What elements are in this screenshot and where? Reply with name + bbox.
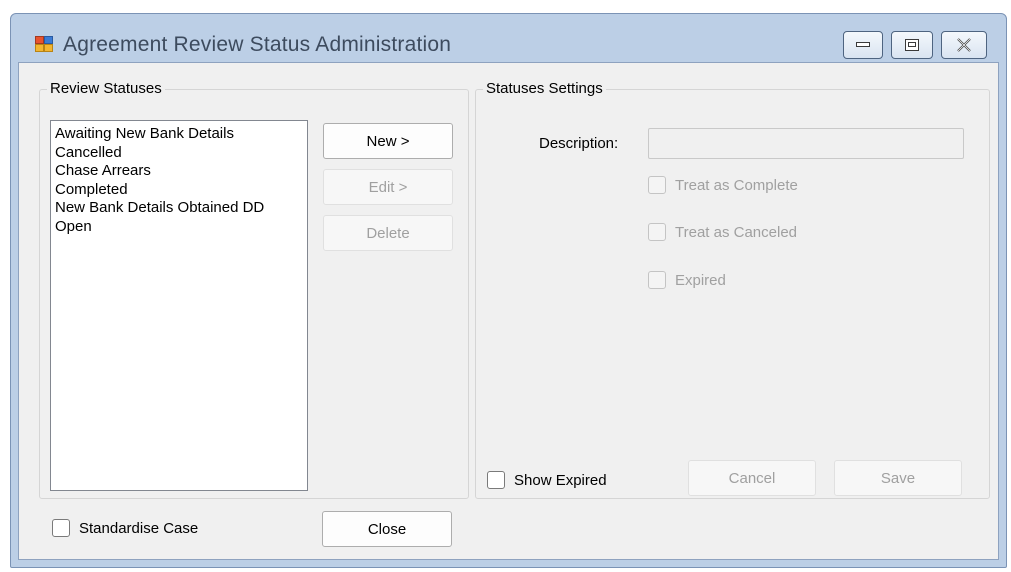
new-button[interactable]: New > [323,123,453,159]
description-label: Description: [539,135,619,152]
close-icon [957,38,971,52]
statuses-settings-group: Statuses Settings Description: Treat as … [475,80,990,499]
list-item[interactable]: Chase Arrears [55,162,303,181]
minimize-button[interactable] [843,31,883,59]
title-bar[interactable]: Agreement Review Status Administration [11,14,1006,62]
treat-as-canceled-label: Treat as Canceled [675,223,798,241]
list-item[interactable]: New Bank Details Obtained DD [55,199,303,218]
app-window-icon [35,36,53,52]
close-button[interactable]: Close [322,511,452,547]
review-statuses-group: Review Statuses Awaiting New Bank Detail… [39,80,469,499]
checkbox-box[interactable] [648,176,666,194]
treat-as-canceled-checkbox[interactable]: Treat as Canceled [648,223,797,241]
minimize-icon [856,42,870,47]
standardise-case-checkbox[interactable]: Standardise Case [52,519,198,537]
treat-as-complete-checkbox[interactable]: Treat as Complete [648,176,798,194]
standardise-case-label: Standardise Case [79,519,199,537]
list-item[interactable]: Open [55,218,303,237]
description-field[interactable] [648,128,964,159]
checkbox-box[interactable] [52,519,70,537]
show-expired-label: Show Expired [514,471,607,489]
checkbox-box[interactable] [648,223,666,241]
list-item[interactable]: Cancelled [55,144,303,163]
dialog-window: Agreement Review Status Administration R… [10,13,1007,568]
maximize-icon [905,39,919,51]
review-statuses-list[interactable]: Awaiting New Bank Details Cancelled Chas… [50,120,308,491]
maximize-button[interactable] [891,31,933,59]
dialog-client-area: Review Statuses Awaiting New Bank Detail… [18,62,999,560]
show-expired-checkbox[interactable]: Show Expired [487,471,607,489]
close-window-button[interactable] [941,31,987,59]
statuses-settings-caption: Statuses Settings [483,80,606,97]
list-item[interactable]: Awaiting New Bank Details [55,125,303,144]
cancel-button[interactable]: Cancel [688,460,816,496]
review-statuses-caption: Review Statuses [47,80,165,97]
expired-checkbox[interactable]: Expired [648,271,726,289]
checkbox-box[interactable] [487,471,505,489]
edit-button[interactable]: Edit > [323,169,453,205]
expired-label: Expired [675,271,726,289]
delete-button[interactable]: Delete [323,215,453,251]
treat-as-complete-label: Treat as Complete [675,176,798,194]
save-button[interactable]: Save [834,460,962,496]
list-item[interactable]: Completed [55,181,303,200]
window-title: Agreement Review Status Administration [63,33,452,56]
checkbox-box[interactable] [648,271,666,289]
